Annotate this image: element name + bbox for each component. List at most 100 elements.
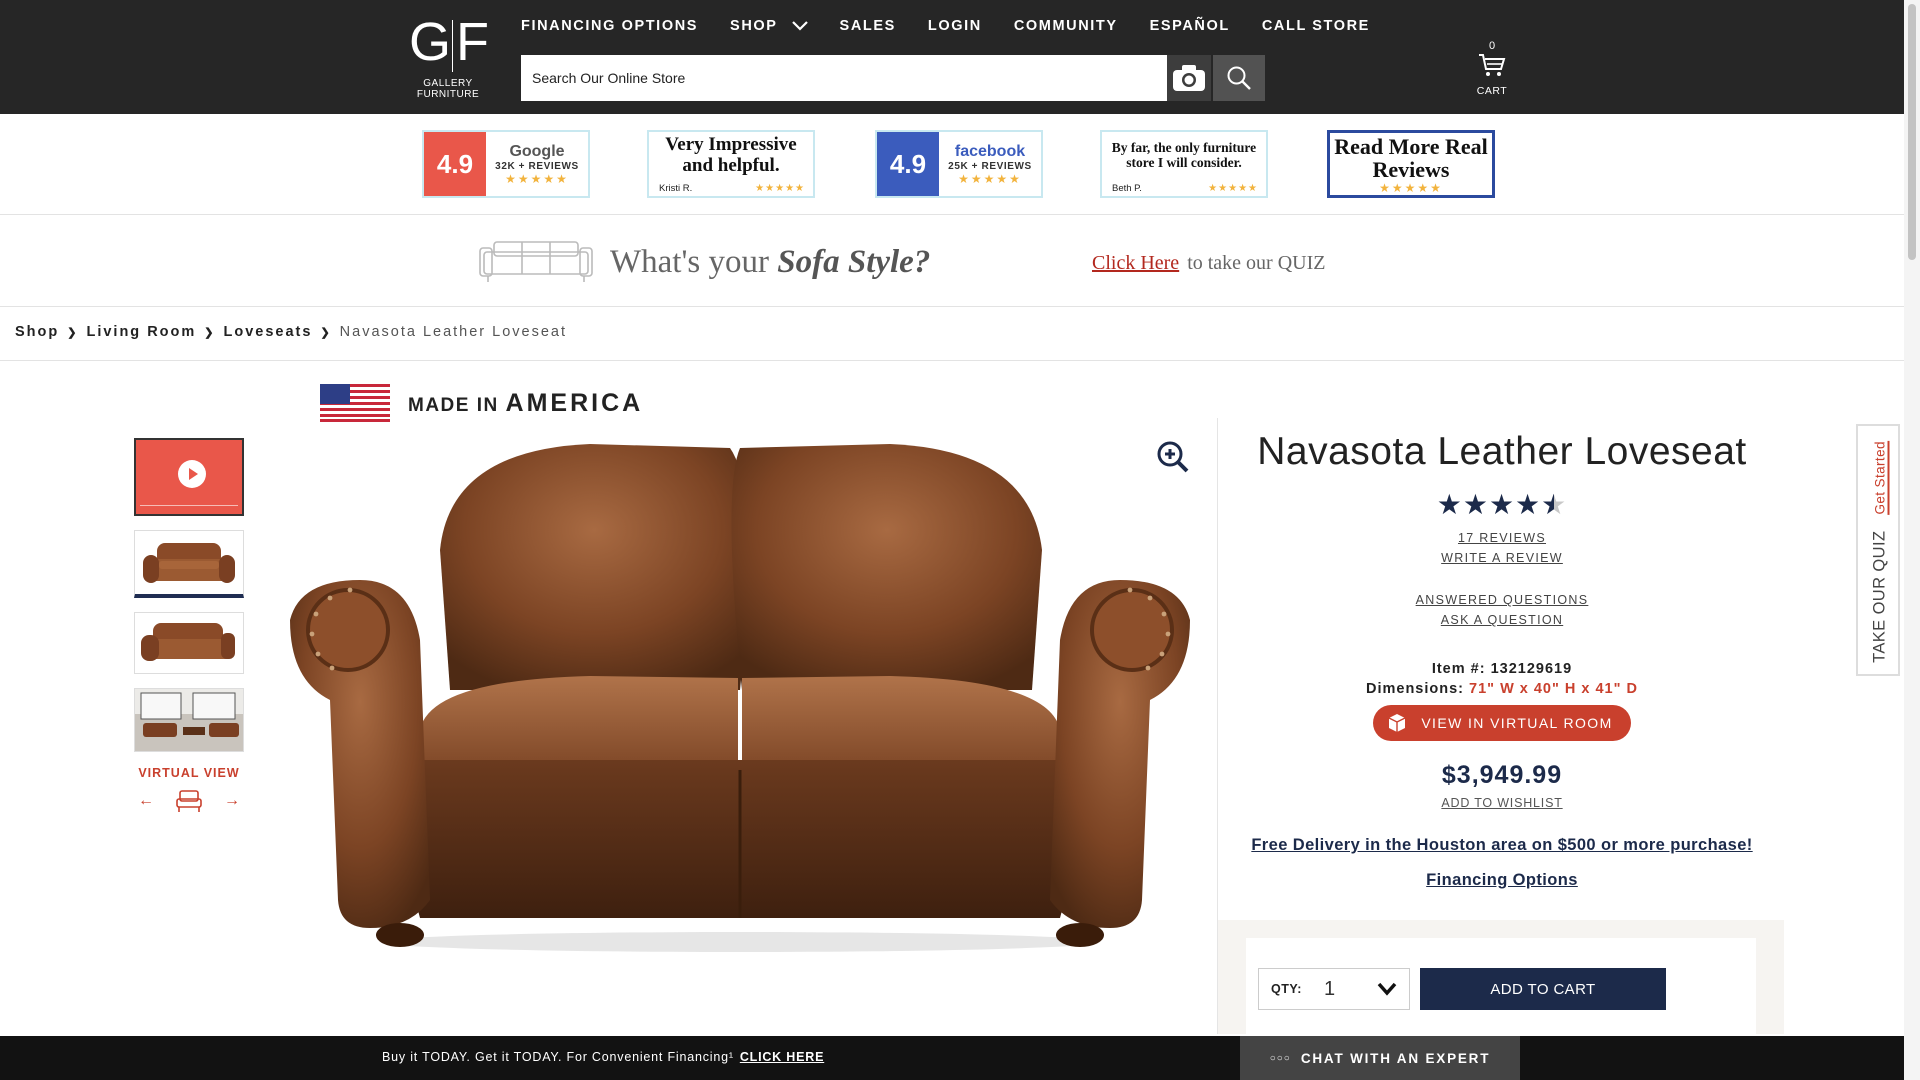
review-quote-badge-1[interactable]: Very Impressive and helpful. Kristi R. ★… [647, 130, 815, 198]
answered-questions-link[interactable]: ANSWERED QUESTIONS [1232, 593, 1772, 607]
chat-bubble-icon: ○○○ [1269, 1052, 1291, 1064]
room-scene-thumbnail-image [140, 692, 239, 737]
add-to-wishlist-link[interactable]: ADD TO WISHLIST [1232, 796, 1772, 810]
google-review-count: 32K + REVIEWS [495, 160, 579, 172]
thumbnail-room-scene[interactable] [134, 688, 244, 752]
read-more-reviews-badge[interactable]: Read More Real Reviews ★★★★★ [1327, 130, 1495, 198]
quote-author: Kristi R. [659, 183, 693, 194]
scrollbar-thumb[interactable] [1908, 4, 1916, 260]
video-progress-bar [140, 505, 238, 511]
add-to-cart-panel: QTY: 1 ADD TO CART [1218, 920, 1784, 1038]
camera-search-button[interactable] [1167, 55, 1211, 101]
read-more-stars: ★★★★★ [1379, 181, 1443, 195]
reviews-link[interactable]: 17 REVIEWS [1232, 531, 1772, 545]
search-button[interactable] [1213, 55, 1265, 101]
ask-question-link[interactable]: ASK A QUESTION [1232, 613, 1772, 627]
facebook-score: 4.9 [877, 132, 939, 196]
camera-icon [1173, 65, 1205, 91]
thumbnail-angle[interactable] [134, 612, 244, 674]
breadcrumb-shop[interactable]: Shop [15, 324, 59, 340]
nav-community[interactable]: COMMUNITY [1014, 18, 1118, 34]
chevron-right-icon: ❯ [320, 326, 332, 339]
breadcrumb-living-room[interactable]: Living Room [86, 324, 196, 340]
quiz-cta: Click Here to take our QUIZ [1092, 252, 1326, 274]
read-more-text: Read More Real Reviews [1334, 134, 1488, 182]
promo-text: Buy it TODAY. Get it TODAY. For Convenie… [382, 1050, 825, 1064]
page-scrollbar[interactable] [1904, 0, 1920, 1080]
dimensions: Dimensions: 71" W x 40" H x 41" D [1365, 681, 1638, 697]
logo-text: GALLERY FURNITURE [416, 78, 480, 100]
product-info: Navasota Leather Loveseat ★★★★★ 17 REVIE… [1232, 430, 1772, 890]
write-review-link[interactable]: WRITE A REVIEW [1232, 551, 1772, 565]
quote-text: By far, the only furniture store I will … [1111, 140, 1257, 170]
nav-login[interactable]: LOGIN [928, 18, 982, 34]
made-in-america-text: MADE IN AMERICA [408, 388, 644, 417]
chevron-down-icon [1377, 982, 1397, 996]
facebook-stars: ★★★★★ [958, 171, 1022, 186]
facebook-rating-badge[interactable]: 4.9 facebook 25K + REVIEWS ★★★★★ [875, 130, 1043, 198]
nav-financing-options[interactable]: FINANCING OPTIONS [521, 18, 698, 34]
sofa-style-question: What's your Sofa Style? [610, 244, 931, 280]
review-quote-badge-2[interactable]: By far, the only furniture store I will … [1100, 130, 1268, 198]
half-star-icon: ★ [1541, 489, 1568, 520]
product-thumbnails: VIRTUAL VIEW ← → [134, 438, 244, 814]
facebook-review-count: 25K + REVIEWS [948, 160, 1032, 172]
thumbnail-video[interactable] [134, 438, 244, 516]
virtual-view-controls: ← → [134, 788, 244, 814]
take-our-quiz-label: TAKE OUR QUIZ [1870, 530, 1889, 663]
product-title: Navasota Leather Loveseat [1257, 430, 1747, 473]
thumbnail-front[interactable] [134, 530, 244, 598]
loveseat-angle-thumbnail-image [141, 623, 235, 661]
click-here-link[interactable]: Click Here [1092, 252, 1179, 274]
divider [0, 306, 1904, 307]
chevron-right-icon: ❯ [67, 326, 79, 339]
product-main-image[interactable] [290, 430, 1190, 960]
arrow-left-icon[interactable]: ← [138, 792, 154, 810]
search-input[interactable] [521, 55, 1167, 101]
breadcrumb-loveseats[interactable]: Loveseats [224, 324, 313, 340]
chair-icon[interactable] [174, 788, 204, 814]
review-badges: 4.9 Google 32K + REVIEWS ★★★★★ Very Impr… [0, 130, 1904, 200]
divider [0, 214, 1904, 215]
bottom-promo-bar: Buy it TODAY. Get it TODAY. For Convenie… [0, 1036, 1904, 1080]
add-to-cart-button[interactable]: ADD TO CART [1420, 968, 1666, 1010]
rating-stars: ★★★★★ [1436, 489, 1568, 520]
breadcrumb-current: Navasota Leather Loveseat [339, 324, 567, 340]
virtual-view-label: VIRTUAL VIEW [138, 766, 240, 780]
nav-shop[interactable]: SHOP [730, 18, 808, 34]
google-rating-badge[interactable]: 4.9 Google 32K + REVIEWS ★★★★★ [422, 130, 590, 198]
get-started-link[interactable]: Get Started [1872, 441, 1890, 515]
google-label: Google [509, 142, 565, 160]
play-icon [178, 460, 206, 488]
arrow-right-icon[interactable]: → [224, 792, 240, 810]
quote-text: Very Impressive and helpful. [665, 134, 797, 176]
cart-icon [1479, 54, 1506, 76]
take-our-quiz-tab[interactable]: TAKE OUR QUIZ Get Started [1856, 424, 1900, 676]
view-in-virtual-room-button[interactable]: VIEW IN VIRTUAL ROOM [1373, 705, 1631, 741]
quantity-select[interactable]: QTY: 1 [1258, 968, 1410, 1010]
qty-value: 1 [1323, 977, 1336, 1000]
cart-button[interactable]: 0 CART [1464, 40, 1520, 97]
promo-click-here-link[interactable]: CLICK HERE [740, 1050, 824, 1064]
quote-stars: ★★★★★ [755, 183, 805, 194]
google-score: 4.9 [424, 132, 486, 196]
chat-with-expert-button[interactable]: ○○○ CHAT WITH AN EXPERT [1240, 1036, 1520, 1080]
gallery-furniture-logo[interactable]: GF GALLERY FURNITURE [392, 12, 504, 100]
product-price: $3,949.99 [1441, 761, 1563, 789]
google-stars: ★★★★★ [505, 171, 569, 186]
loveseat-thumbnail-image [143, 543, 235, 583]
cube-icon [1388, 714, 1406, 732]
cart-label: CART [1476, 85, 1508, 97]
nav-sales[interactable]: SALES [840, 18, 896, 34]
search-icon [1227, 66, 1251, 90]
zoom-in-icon[interactable] [1156, 440, 1190, 474]
qty-label: QTY: [1271, 982, 1302, 996]
nav-espanol[interactable]: ESPAÑOL [1150, 18, 1230, 34]
made-in-america: MADE IN AMERICA [320, 384, 643, 422]
free-delivery-link[interactable]: Free Delivery in the Houston area on $50… [1232, 836, 1772, 855]
search-bar [521, 55, 1211, 101]
facebook-label: facebook [954, 142, 1026, 160]
breadcrumb: Shop ❯ Living Room ❯ Loveseats ❯ Navasot… [15, 324, 567, 340]
financing-options-link[interactable]: Financing Options [1232, 871, 1772, 890]
nav-call-store[interactable]: CALL STORE [1262, 18, 1370, 34]
